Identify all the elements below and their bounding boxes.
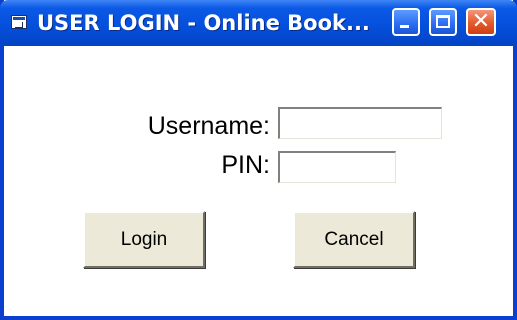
close-icon: ✕ [471, 9, 491, 34]
pin-field[interactable] [278, 151, 396, 183]
login-window: USER LOGIN - Online Book... ✕ Username: … [0, 0, 517, 320]
minimize-icon [400, 25, 409, 28]
maximize-button[interactable] [429, 8, 457, 36]
login-button[interactable]: Login [83, 211, 205, 268]
cancel-button[interactable]: Cancel [293, 211, 415, 268]
pin-label: PIN: [221, 151, 270, 179]
title-bar[interactable]: USER LOGIN - Online Book... ✕ [0, 0, 517, 46]
minimize-button[interactable] [392, 8, 420, 36]
window-title: USER LOGIN - Online Book... [37, 11, 370, 35]
app-window-icon[interactable] [11, 15, 27, 29]
maximize-icon [436, 15, 450, 28]
close-button[interactable]: ✕ [466, 8, 496, 36]
username-field[interactable] [278, 107, 442, 139]
username-label: Username: [147, 112, 270, 140]
